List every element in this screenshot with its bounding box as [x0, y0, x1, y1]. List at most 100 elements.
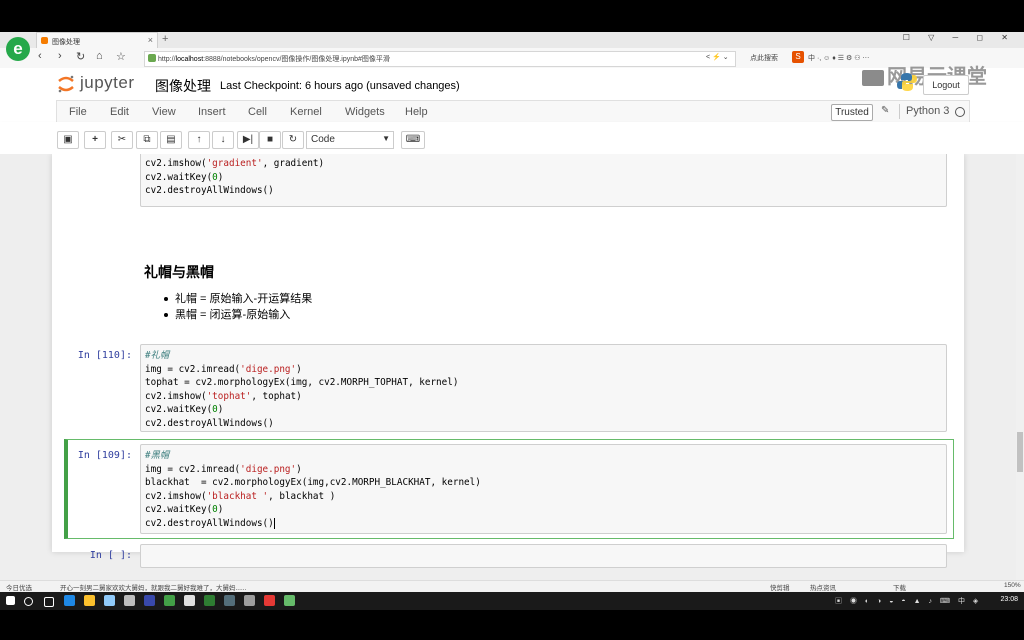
status-news[interactable]: 开心一刻男二舅家欢欢大舅妈，就跟我二舅好我难了，大舅妈......: [60, 582, 246, 592]
app-icon[interactable]: [244, 595, 255, 606]
forward-icon[interactable]: ›: [58, 50, 62, 62]
code-line: cv2.waitKey(0): [145, 504, 224, 515]
search-icon[interactable]: [24, 597, 33, 606]
new-tab-button[interactable]: +: [162, 33, 168, 45]
code-cell-blackhat[interactable]: #黑帽 img = cv2.imread('dige.png') blackha…: [140, 444, 947, 534]
ime-toolbar[interactable]: 中 ·, ☺ ♦ ☰ ⚙ ⚇ ⋯: [808, 53, 869, 63]
section-heading: 礼帽与黑帽: [144, 264, 214, 280]
back-icon[interactable]: ‹: [38, 50, 42, 62]
app-icon[interactable]: [224, 595, 235, 606]
menu-file[interactable]: File: [69, 106, 87, 118]
cell-prompt: In [110]:: [77, 350, 132, 361]
edit-pencil-icon[interactable]: ✎: [881, 105, 889, 116]
trusted-badge[interactable]: Trusted: [831, 104, 873, 121]
notebook-page: cv2.imshow('gradient', gradient) cv2.wai…: [52, 154, 964, 568]
menu-edit[interactable]: Edit: [110, 106, 129, 118]
menu-insert[interactable]: Insert: [198, 106, 226, 118]
code-line: #黑帽: [145, 450, 170, 461]
app-icon[interactable]: [104, 595, 115, 606]
cell-type-select[interactable]: Code ▼: [306, 131, 394, 149]
status-left[interactable]: 今日优选: [6, 582, 32, 592]
move-up-icon[interactable]: ↑: [188, 131, 210, 149]
jupyter-logo-icon[interactable]: [56, 74, 76, 94]
scrollbar-thumb[interactable]: [1017, 432, 1023, 472]
windows-taskbar: ▣ ◉ ◐ ◑ ◒ ◓ ▲ ♪ ⌨ 中 ◈ 23:08: [0, 592, 1024, 610]
menu-help[interactable]: Help: [405, 106, 428, 118]
url-input[interactable]: http://localhost:8888/notebooks/opencv/图…: [144, 51, 736, 67]
restart-icon[interactable]: ↻: [282, 131, 304, 149]
menubar: File Edit View Insert Cell Kernel Widget…: [0, 100, 1024, 124]
status-download[interactable]: 下载: [893, 582, 906, 592]
clock[interactable]: 23:08: [1000, 596, 1018, 603]
save-icon[interactable]: ▣: [57, 131, 79, 149]
divider: [899, 104, 900, 119]
kernel-name: Python 3: [906, 105, 950, 117]
prev-code-cell[interactable]: cv2.imshow('gradient', gradient) cv2.wai…: [140, 154, 947, 207]
menu-cell[interactable]: Cell: [248, 106, 267, 118]
checkpoint-status: Last Checkpoint: 6 hours ago (unsaved ch…: [220, 80, 460, 92]
reload-icon[interactable]: ↻: [76, 50, 85, 63]
bullet-item: 黑帽 = 闭运算-原始输入: [164, 306, 290, 322]
copy-icon[interactable]: ⧉: [136, 131, 158, 149]
bookmark-star-icon[interactable]: ☆: [116, 50, 126, 63]
mail-icon[interactable]: [124, 595, 135, 606]
paste-icon[interactable]: ▤: [160, 131, 182, 149]
code-line: #礼帽: [145, 350, 170, 361]
window-controls[interactable]: ☐ ▽ ─ ◻ ✕: [903, 33, 1016, 42]
page-scrollbar[interactable]: [1016, 154, 1024, 584]
run-cell-icon[interactable]: ▶|: [237, 131, 259, 149]
menu-kernel[interactable]: Kernel: [290, 106, 322, 118]
chevron-down-icon: ▼: [382, 134, 390, 143]
text-cursor: [273, 517, 275, 529]
code-line: cv2.waitKey(0): [145, 171, 224, 183]
code-line: cv2.waitKey(0): [145, 404, 224, 415]
sogou-icon[interactable]: S: [792, 51, 804, 63]
move-down-icon[interactable]: ↓: [212, 131, 234, 149]
code-line: cv2.destroyAllWindows(): [145, 185, 274, 196]
tab-favicon-icon: [41, 37, 48, 44]
insert-cell-icon[interactable]: +: [84, 131, 106, 149]
menu-widgets[interactable]: Widgets: [345, 106, 385, 118]
code-line: cv2.imshow('gradient', gradient): [145, 158, 325, 169]
code-line: cv2.imshow('blackhat ', blackhat ): [145, 490, 336, 502]
command-palette-icon[interactable]: ⌨: [401, 131, 425, 149]
app-icon[interactable]: [284, 595, 295, 606]
home-icon[interactable]: ⌂: [96, 50, 103, 62]
screen: 图像处理 × + ☐ ▽ ─ ◻ ✕ ‹ › ↻ ⌂ ☆ http://loca…: [0, 32, 1024, 592]
app-icon[interactable]: [204, 595, 215, 606]
ie-icon[interactable]: [64, 595, 75, 606]
app-icon[interactable]: [184, 595, 195, 606]
bullet-item: 礼帽 = 原始输入-开运算结果: [164, 290, 312, 306]
status-quickclip[interactable]: 快剪辑: [770, 582, 790, 592]
zoom-level[interactable]: 150%: [1004, 582, 1021, 589]
app-icon[interactable]: [144, 595, 155, 606]
folder-icon[interactable]: [84, 595, 95, 606]
start-icon[interactable]: [6, 596, 15, 605]
code-line: img = cv2.imread('dige.png'): [145, 463, 302, 475]
cell-type-value: Code: [311, 134, 335, 145]
code-line: blackhat = cv2.morphologyEx(img,cv2.MORP…: [145, 477, 481, 488]
cell-prompt: In [ ]:: [89, 550, 132, 561]
code-cell-tophat[interactable]: #礼帽 img = cv2.imread('dige.png') tophat …: [140, 344, 947, 432]
app-icon[interactable]: [264, 595, 275, 606]
notebook-name[interactable]: 图像处理: [155, 76, 211, 96]
notebook-toolbar: ▣ + ✂ ⧉ ▤ ↑ ↓ ▶| ■ ↻ Code ▼ ⌨: [0, 122, 1024, 155]
share-icon[interactable]: < ⚡ ⌄: [706, 53, 729, 61]
logout-button[interactable]: Logout: [923, 75, 969, 95]
cut-icon[interactable]: ✂: [111, 131, 133, 149]
browser-tab[interactable]: 图像处理 ×: [36, 32, 158, 49]
status-hotnews[interactable]: 热点资讯: [810, 582, 836, 592]
search-button[interactable]: 点此搜索: [750, 53, 778, 63]
url-prefix: http://: [158, 56, 176, 63]
system-tray-icons[interactable]: ▣ ◉ ◐ ◑ ◒ ◓ ▲ ♪ ⌨ 中 ◈: [835, 596, 981, 606]
task-view-icon[interactable]: [44, 597, 54, 607]
url-host: localhost: [175, 56, 204, 63]
interrupt-icon[interactable]: ■: [259, 131, 281, 149]
browser-360-icon[interactable]: [164, 595, 175, 606]
empty-code-cell[interactable]: [140, 544, 947, 568]
notebook-area: cv2.imshow('gradient', gradient) cv2.wai…: [0, 154, 1024, 584]
kernel-idle-icon: [955, 107, 965, 117]
tab-close-icon[interactable]: ×: [148, 35, 153, 45]
menu-view[interactable]: View: [152, 106, 176, 118]
jupyter-brand[interactable]: jupyter: [80, 73, 135, 93]
